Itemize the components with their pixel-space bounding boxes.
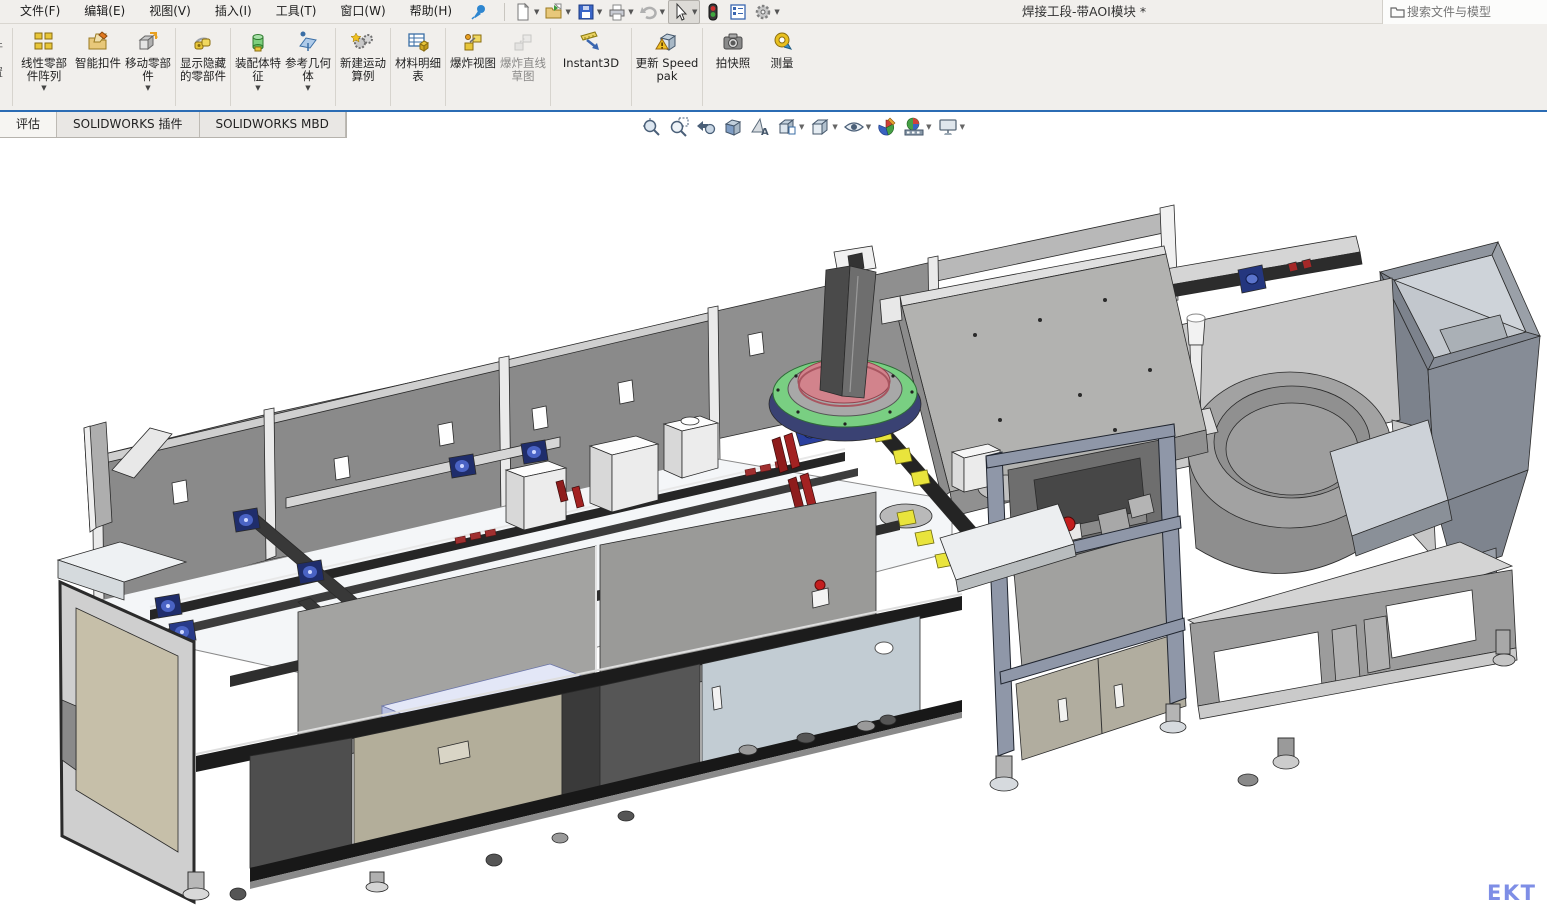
reference-geometry-icon [296,28,320,56]
previous-view-icon[interactable] [694,115,718,139]
rebuild-traffic-light-button[interactable] [701,1,725,23]
svg-text:A: A [761,127,769,138]
instant3d-icon [579,28,603,56]
menu-tools[interactable]: 工具(T) [264,0,329,23]
dropdown-caret: ▼ [305,84,310,92]
assembly-features-button[interactable]: 装配体特征 ▼ [233,26,283,108]
command-manager-tabs: 评估 SOLIDWORKS 插件 SOLIDWORKS MBD [0,112,347,138]
hide-show-items-icon[interactable]: ▼ [842,115,872,139]
reference-geometry-button[interactable]: 参考几何体 ▼ [283,26,333,108]
options-gear-button[interactable]: ▼ [751,1,781,23]
apply-scene-icon[interactable]: ▼ [902,115,932,139]
exploded-view-icon [461,28,485,56]
measure-icon [770,28,794,56]
pin-menu-icon[interactable] [470,3,488,21]
menu-bar: 文件(F) 编辑(E) 视图(V) 插入(I) 工具(T) 窗口(W) 帮助(H… [0,0,1547,24]
bill-of-materials-button[interactable]: 材料明细表 [393,26,443,108]
menu-view[interactable]: 视图(V) [137,0,203,23]
menu-edit[interactable]: 编辑(E) [72,0,137,23]
document-title: 焊接工段-带AOI模块 * [1022,0,1146,24]
heads-up-view-toolbar: A ▼ ▼ ▼ ▼ ▼ [640,115,966,139]
zoom-to-area-icon[interactable] [667,115,691,139]
move-component-icon [136,28,160,56]
explode-line-sketch-button: 爆炸直线草图 [498,26,548,108]
assembly-model-3d-view [0,112,1547,919]
tab-solidworks-mbd[interactable]: SOLIDWORKS MBD [200,112,346,137]
dropdown-caret: ▼ [41,84,46,92]
new-motion-study-icon [351,28,375,56]
explode-line-sketch-icon [511,28,535,56]
search-input[interactable] [1407,5,1537,19]
section-view-icon[interactable] [721,115,745,139]
take-snapshot-icon [721,28,745,56]
clipped-button-sliver[interactable]: 件置 [0,26,10,106]
search-folder-icon [1389,4,1407,20]
exploded-view-button[interactable]: 爆炸视图 [448,26,498,108]
update-speedpak-icon [655,28,679,56]
solidworks-window: A ▼ ▼ ▼ ▼ ▼ EKT 文件(F) 编辑(E) 视图(V) 插入(I) … [0,0,1547,919]
linear-component-pattern-icon [32,28,56,56]
view-orientation-icon[interactable]: ▼ [775,115,805,139]
dropdown-caret: ▼ [145,84,150,92]
show-hidden-components-button[interactable]: 显示隐藏的零部件 [178,26,228,108]
rear-linear-conveyor [1160,236,1362,298]
smart-fasteners-button[interactable]: 智能扣件 [73,26,123,108]
quick-access-toolbar: ▼ ▼ ▼ ▼ ▼ ▼ ▼ [511,0,782,24]
menu-window[interactable]: 窗口(W) [328,0,397,23]
menu-file[interactable]: 文件(F) [8,0,72,23]
take-snapshot-button[interactable]: 拍快照 [705,26,761,108]
ekt-watermark: EKT [1487,881,1536,905]
open-document-button[interactable]: ▼ [542,1,572,23]
command-manager-ribbon: 件置 线性零部件阵列 ▼ 智能扣件 移动零部件 ▼ 显示隐藏的零部件 [0,24,1547,110]
instant3d-button[interactable]: Instant3D [553,26,629,108]
assembly-features-icon [246,28,270,56]
print-button[interactable]: ▼ [605,1,635,23]
dropdown-caret: ▼ [255,84,260,92]
display-style-icon[interactable]: ▼ [808,115,838,139]
move-component-button[interactable]: 移动零部件 ▼ [123,26,173,108]
tab-evaluate[interactable]: 评估 [0,112,57,137]
bill-of-materials-icon [406,28,430,56]
dynamic-annotation-views-icon[interactable]: A [748,115,772,139]
tab-solidworks-addins[interactable]: SOLIDWORKS 插件 [57,112,199,137]
select-cursor-button[interactable]: ▼ [668,0,700,24]
right-stand [1188,542,1517,786]
update-speedpak-button[interactable]: 更新 Speedpak [634,26,700,108]
new-document-button[interactable]: ▼ [511,1,541,23]
zoom-to-fit-icon[interactable] [640,115,664,139]
view-settings-icon[interactable]: ▼ [936,115,966,139]
task-pane-list-button[interactable] [726,1,750,23]
search-box[interactable] [1382,0,1547,24]
smart-fasteners-icon [86,28,110,56]
graphics-area[interactable] [0,112,1547,919]
measure-button[interactable]: 测量 [761,26,803,108]
linear-component-pattern-button[interactable]: 线性零部件阵列 ▼ [15,26,73,108]
save-button[interactable]: ▼ [574,1,604,23]
show-hidden-components-icon [191,28,215,56]
aoi-cabinet [986,424,1186,791]
undo-button[interactable]: ▼ [637,1,667,23]
edit-appearance-icon[interactable] [875,115,899,139]
new-motion-study-button[interactable]: 新建运动算例 [338,26,388,108]
menu-insert[interactable]: 插入(I) [203,0,264,23]
menu-help[interactable]: 帮助(H) [398,0,464,23]
